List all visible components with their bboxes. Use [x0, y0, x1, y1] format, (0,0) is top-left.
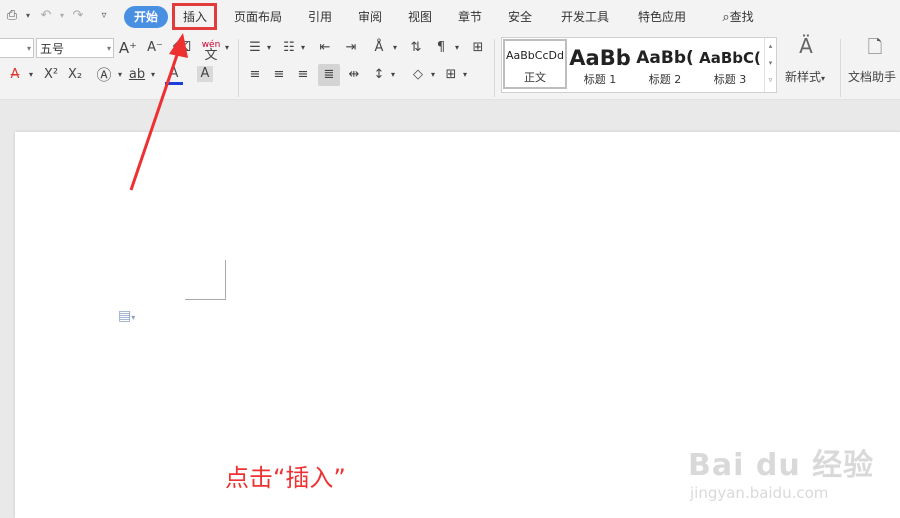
bullet-dropdown-icon[interactable]: ▾: [264, 37, 274, 59]
line-spacing-icon[interactable]: ↕: [370, 64, 388, 86]
save-dropdown-icon[interactable]: ▾: [20, 8, 36, 24]
new-style-icon: Ä: [799, 34, 813, 58]
highlight-dropdown-icon[interactable]: ▾: [148, 64, 158, 86]
line-spacing-dropdown-icon[interactable]: ▾: [388, 64, 398, 86]
margin-marker: [225, 260, 226, 300]
style-sample: AaBbC(: [699, 49, 761, 67]
distribute-icon[interactable]: ⇹: [344, 64, 364, 86]
insert-tab-highlight: [172, 3, 217, 30]
tab-developer-tools[interactable]: 开发工具: [555, 6, 615, 28]
style-name: 标题 1: [583, 73, 617, 86]
group-divider: [840, 39, 841, 97]
highlight-color-icon[interactable]: ab: [128, 64, 146, 86]
tab-page-layout[interactable]: 页面布局: [229, 6, 287, 28]
style-name: 正文: [524, 71, 546, 84]
font-family-select[interactable]: ▾: [0, 38, 34, 58]
tab-review[interactable]: 审阅: [350, 6, 390, 28]
paste-options-icon[interactable]: ▤▾: [118, 308, 135, 324]
new-style-label: 新样式: [784, 70, 821, 84]
doc-assistant-button[interactable]: 文档助手: [848, 66, 900, 88]
table-border-icon[interactable]: ⊞: [468, 37, 488, 59]
pinyin-guide-icon: 文: [204, 48, 218, 63]
char-shading-icon[interactable]: A: [197, 66, 213, 82]
style-name: 标题 3: [713, 73, 747, 86]
tab-view[interactable]: 视图: [400, 6, 440, 28]
chinese-layout-dropdown-icon[interactable]: ▾: [390, 37, 400, 59]
borders-dropdown-icon[interactable]: ▾: [460, 64, 470, 86]
styles-gallery: AaBbCcDd 正文 AaBb 标题 1 AaBb( 标题 2 AaBbC( …: [501, 37, 777, 93]
strikethrough-icon[interactable]: A: [4, 64, 26, 86]
style-heading-2[interactable]: AaBb( 标题 2: [633, 43, 697, 93]
numbered-list-icon[interactable]: ☷: [280, 37, 298, 59]
style-heading-1[interactable]: AaBb 标题 1: [568, 43, 632, 93]
tab-security[interactable]: 安全: [500, 6, 540, 28]
style-heading-3[interactable]: AaBbC( 标题 3: [698, 43, 762, 93]
style-sample: AaBb(: [636, 48, 694, 68]
doc-assistant-icon: 🗋: [867, 37, 883, 58]
ribbon-toolbar: ▾ 五号 ▾ A⁺ A⁻ ⌫ wén 文 ▾ A ▾ X² X₂ Ⓐ ▾ ab ▾…: [0, 33, 900, 100]
tab-chapter[interactable]: 章节: [450, 6, 490, 28]
styles-scroll[interactable]: ▴ ▾ ▿: [764, 38, 776, 92]
text-effect-icon[interactable]: Ⓐ: [93, 64, 115, 86]
shrink-font-icon[interactable]: A⁻: [145, 37, 165, 59]
watermark-url: jingyan.baidu.com: [690, 484, 829, 502]
align-right-icon[interactable]: ≡: [294, 64, 312, 86]
new-style-button[interactable]: 新样式▾: [780, 66, 830, 88]
increase-indent-icon[interactable]: ⇥: [342, 37, 360, 59]
bullet-list-icon[interactable]: ☰: [246, 37, 264, 59]
tab-special-apps[interactable]: 特色应用: [632, 6, 692, 28]
sort-icon[interactable]: ⇅: [406, 37, 426, 59]
tab-home[interactable]: 开始: [124, 6, 168, 28]
align-left-icon[interactable]: ≡: [246, 64, 264, 86]
text-effect-dropdown-icon[interactable]: ▾: [115, 64, 125, 86]
search-label: 查找: [729, 10, 754, 24]
borders-icon[interactable]: ⊞: [442, 64, 460, 86]
justify-icon[interactable]: ≣: [318, 64, 340, 86]
decrease-indent-icon[interactable]: ⇤: [316, 37, 334, 59]
show-marks-icon[interactable]: ¶: [432, 37, 450, 59]
font-size-select[interactable]: 五号 ▾: [36, 38, 114, 58]
grow-font-icon[interactable]: A⁺: [118, 37, 138, 59]
style-normal[interactable]: AaBbCcDd 正文: [503, 39, 567, 89]
subscript-icon[interactable]: X₂: [64, 64, 86, 86]
callout-text: 点击“插入”: [225, 464, 346, 492]
font-color-icon[interactable]: A: [165, 64, 183, 85]
tab-references[interactable]: 引用: [300, 6, 340, 28]
redo-icon[interactable]: ↷: [70, 8, 86, 24]
group-divider: [238, 39, 239, 97]
shading-fill-icon[interactable]: ◇: [408, 64, 428, 86]
search-button[interactable]: ⌕查找: [708, 6, 768, 28]
margin-marker: [185, 299, 226, 300]
group-divider: [494, 39, 495, 97]
undo-dropdown-icon[interactable]: ▾: [54, 8, 70, 24]
undo-icon[interactable]: ↶: [38, 8, 54, 24]
watermark-brand: Bai du 经验: [688, 448, 875, 483]
style-name: 标题 2: [648, 73, 682, 86]
shading-dropdown-icon[interactable]: ▾: [428, 64, 438, 86]
numbered-dropdown-icon[interactable]: ▾: [298, 37, 308, 59]
style-sample: AaBb: [569, 46, 631, 70]
strikethrough-dropdown-icon[interactable]: ▾: [26, 64, 36, 86]
search-icon: ⌕: [722, 10, 730, 25]
customize-toolbar-icon[interactable]: ▿: [96, 8, 112, 24]
align-center-icon[interactable]: ≡: [270, 64, 288, 86]
chinese-layout-icon[interactable]: Å: [368, 37, 390, 59]
save-icon[interactable]: ⎙: [4, 8, 20, 24]
baidu-watermark: Bai du 经验 jingyan.baidu.com: [688, 440, 874, 502]
font-size-value: 五号: [40, 42, 65, 56]
superscript-icon[interactable]: X²: [40, 64, 62, 86]
style-sample: AaBbCcDd: [506, 49, 564, 62]
menu-bar: ⎙ ▾ ↶ ▾ ↷ ▿ 开始 插入 页面布局 引用 审阅 视图 章节 安全 开发…: [0, 0, 900, 33]
show-marks-dropdown-icon[interactable]: ▾: [452, 37, 462, 59]
pinyin-dropdown-icon[interactable]: ▾: [222, 37, 232, 59]
clear-format-icon[interactable]: ⌫: [172, 37, 192, 59]
